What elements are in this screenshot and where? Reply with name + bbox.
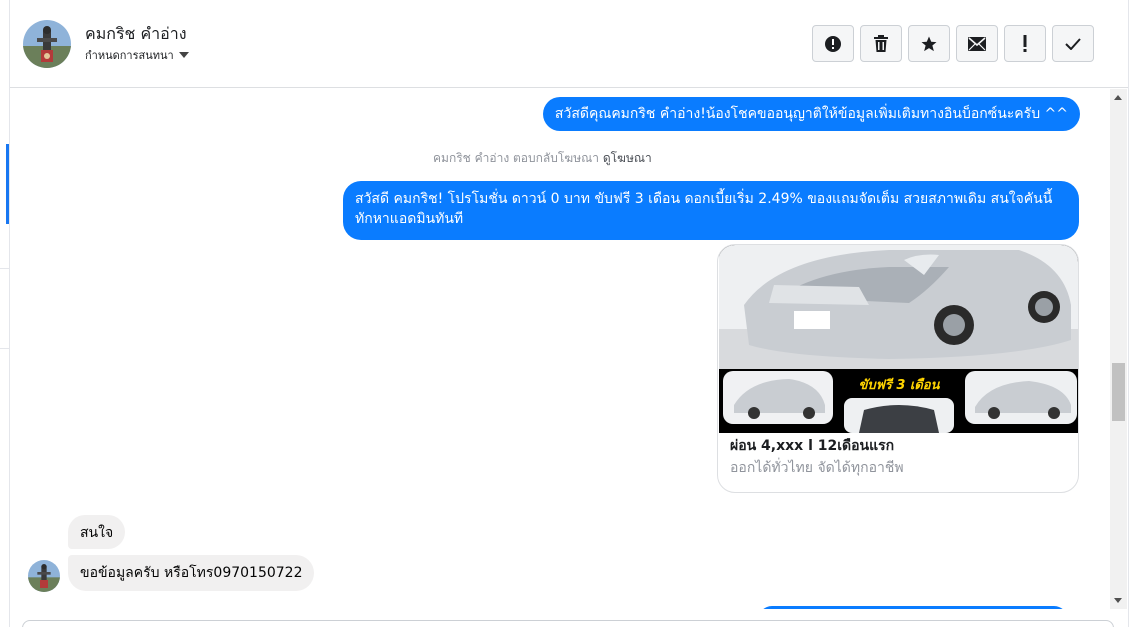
conversation-settings-dropdown[interactable]: กำหนดการสนทนา [85,46,189,64]
incoming-message[interactable]: ขอข้อมูลครับ หรือโทร0970150722 [68,555,315,591]
contact-avatar[interactable] [23,20,71,68]
envelope-icon [968,36,986,51]
conversation-scrollbar[interactable] [1110,89,1127,609]
nav-divider [0,268,9,269]
ad-banner-text: ขับฟรี 3 เดือน [858,377,940,393]
outgoing-message-partial [758,606,1068,609]
important-button[interactable] [1004,25,1046,62]
alert-circle-icon [825,35,841,52]
star-button[interactable] [908,25,950,62]
outgoing-message[interactable]: สวัสดี คมกริช! โปรโมชั่น ดาวน์ 0 บาท ขับ… [343,181,1079,240]
exclamation-icon [1023,34,1027,52]
ad-card-subtitle: ออกได้ทั่วไทย จัดได้ทุกอาชีพ [730,460,904,476]
mark-unread-button[interactable] [956,25,998,62]
ad-attachment-card[interactable]: ขับฟรี 3 เดือน ผ่อน 4,xxx l 12เดือนแรก อ… [717,244,1079,493]
check-icon [1065,37,1081,50]
incoming-message[interactable]: สนใจ [68,515,126,549]
conversation-toolbar [812,25,1094,62]
scroll-thumb[interactable] [1112,363,1125,421]
outgoing-message[interactable]: สวัสดีคุณคมกริช คำอ่าง!น้องโชคขออนุญาติใ… [542,97,1080,131]
done-button[interactable] [1052,25,1094,62]
trash-icon [874,34,888,52]
right-panel-edge [1128,0,1138,627]
delete-button[interactable] [860,25,902,62]
conversation-header: คมกริช คำอ่าง กำหนดการสนทนา [10,0,1128,88]
conversation-settings-label: กำหนดการสนทนา [85,49,174,62]
view-ad-link[interactable]: ดูโฆษณา [603,151,652,165]
contact-name: คมกริช คำอ่าง [85,24,187,43]
message-composer[interactable] [22,620,1114,627]
ad-reply-text: คมกริช คำอ่าง ตอบกลับโฆษณา [433,151,599,165]
active-nav-indicator [6,144,9,224]
scroll-down-arrow-icon[interactable] [1114,598,1122,603]
ad-reply-note: คมกริช คำอ่าง ตอบกลับโฆษณา ดูโฆษณา [433,149,652,168]
left-nav-strip [0,0,10,627]
spam-button[interactable] [812,25,854,62]
messenger-inbox: คมกริช คำอ่าง กำหนดการสนทนา สวัสดีคุณคมก… [0,0,1138,627]
car-ad-image: ขับฟรี 3 เดือน [719,245,1078,433]
contact-avatar-small[interactable] [28,560,60,592]
conversation-thread[interactable]: สวัสดีคุณคมกริช คำอ่าง!น้องโชคขออนุญาติใ… [10,89,1110,609]
caret-down-icon [178,52,189,58]
star-icon [921,36,937,51]
scroll-up-arrow-icon[interactable] [1114,95,1122,100]
nav-divider [0,348,9,349]
ad-card-title: ผ่อน 4,xxx l 12เดือนแรก [730,438,895,454]
